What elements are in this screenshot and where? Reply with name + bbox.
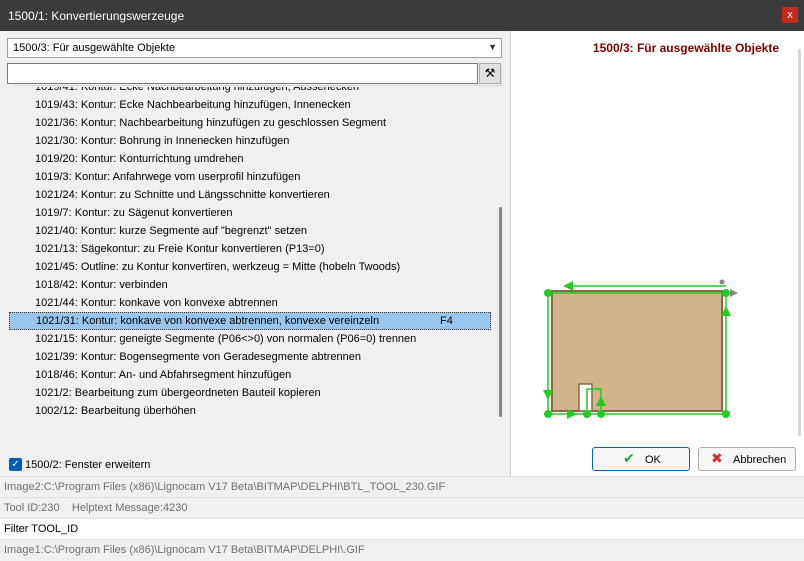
- list-item[interactable]: 1021/15: Kontur: geneigte Segmente (P06<…: [7, 330, 491, 348]
- object-scope-value: 1500/3: Für ausgewählte Objekte: [13, 42, 176, 54]
- list-item-shortcut: F4: [440, 315, 453, 327]
- direction-arrow: [563, 281, 573, 291]
- x-icon: ✖: [711, 450, 723, 466]
- ok-label: OK: [645, 454, 661, 466]
- list-item[interactable]: 1021/39: Kontur: Bogensegmente von Gerad…: [7, 348, 491, 366]
- list-item[interactable]: 1021/2: Bearbeitung zum übergeordneten B…: [7, 384, 491, 402]
- preview-title: 1500/3: Für ausgewählte Objekte: [592, 41, 779, 55]
- list-item-label: 1019/41: Kontur: Ecke Nachbearbeitung hi…: [35, 87, 360, 93]
- list-item[interactable]: 1018/42: Kontur: verbinden: [7, 276, 491, 294]
- chevron-down-icon: ▼: [488, 42, 497, 52]
- preview-panel: 1500/3: Für ausgewählte Objekte: [510, 31, 804, 476]
- list-item-label: 1019/7: Kontur: zu Sägenut konvertieren: [35, 207, 233, 219]
- list-item-label: 1021/13: Sägekontur: zu Freie Kontur kon…: [35, 243, 325, 255]
- list-item-label: 1021/31: Kontur: konkave von konvexe abt…: [36, 315, 380, 327]
- contour-point: [722, 289, 730, 297]
- list-item-label: 1018/42: Kontur: verbinden: [35, 279, 168, 291]
- list-item[interactable]: 1021/40: Kontur: kurze Segmente auf "beg…: [7, 222, 491, 240]
- hammer-wrench-icon: ⚒: [484, 66, 496, 80]
- list-item-label: 1021/39: Kontur: Bogensegmente von Gerad…: [35, 351, 361, 363]
- checkmark-icon: ✔: [623, 450, 635, 466]
- close-button[interactable]: x: [782, 7, 798, 23]
- title-bar: 1500/1: Konvertierungswerzeuge x: [0, 0, 804, 31]
- command-list[interactable]: 1019/41: Kontur: Ecke Nachbearbeitung hi…: [7, 87, 503, 420]
- list-item[interactable]: 1019/41: Kontur: Ecke Nachbearbeitung hi…: [7, 87, 491, 96]
- window-title: 1500/1: Konvertierungswerzeuge: [8, 9, 185, 23]
- list-item-label: 1021/45: Outline: zu Kontur konvertiren,…: [35, 261, 401, 273]
- list-item-label: 1019/20: Kontur: Konturrichtung umdrehen: [35, 153, 244, 165]
- tool-info-text: Tool ID:230 Helptext Message:4230: [4, 502, 188, 514]
- image1-path: Image1:C:\Program Files (x86)\Lignocam V…: [4, 544, 365, 556]
- status-filter: Filter TOOL_ID: [0, 518, 804, 539]
- list-item-label: 1021/15: Kontur: geneigte Segmente (P06<…: [35, 333, 417, 345]
- cancel-button[interactable]: ✖ Abbrechen: [698, 447, 796, 471]
- list-item[interactable]: 1019/7: Kontur: zu Sägenut konvertieren: [7, 204, 491, 222]
- list-item[interactable]: 1018/46: Kontur: An- und Abfahrsegment h…: [7, 366, 491, 384]
- contour-point: [544, 289, 552, 297]
- list-item[interactable]: 1021/44: Kontur: konkave von konvexe abt…: [7, 294, 491, 312]
- expand-window-checkbox[interactable]: ✓: [9, 458, 22, 471]
- ok-button[interactable]: ✔ OK: [592, 447, 690, 471]
- list-item[interactable]: 1019/20: Kontur: Konturrichtung umdrehen: [7, 150, 491, 168]
- status-image1: Image1:C:\Program Files (x86)\Lignocam V…: [0, 539, 804, 561]
- status-image2: Image2:C:\Program Files (x86)\Lignocam V…: [0, 476, 804, 497]
- list-item[interactable]: 1021/36: Kontur: Nachbearbeitung hinzufü…: [7, 114, 491, 132]
- list-item[interactable]: 1002/12: Bearbeitung überhöhen: [7, 402, 491, 420]
- panel-notch: [578, 383, 593, 412]
- contour-preview-image: [543, 279, 738, 419]
- filter-input[interactable]: [7, 63, 478, 84]
- list-item-label: 1021/40: Kontur: kurze Segmente auf "beg…: [35, 225, 307, 237]
- direction-arrow: [730, 289, 738, 297]
- list-item[interactable]: 1021/30: Kontur: Bohrung in Innenecken h…: [7, 132, 491, 150]
- preview-scrollbar[interactable]: [798, 49, 801, 436]
- list-item-label: 1021/24: Kontur: zu Schnitte und Längssc…: [35, 189, 330, 201]
- list-item-label: 1021/2: Bearbeitung zum übergeordneten B…: [35, 387, 321, 399]
- object-scope-dropdown[interactable]: 1500/3: Für ausgewählte Objekte ▼: [7, 38, 502, 58]
- list-item-label: 1019/43: Kontur: Ecke Nachbearbeitung hi…: [35, 99, 351, 111]
- list-item[interactable]: 1021/13: Sägekontur: zu Freie Kontur kon…: [7, 240, 491, 258]
- list-item-label: 1021/44: Kontur: konkave von konvexe abt…: [35, 297, 278, 309]
- start-marker: [719, 279, 725, 285]
- contour-point: [544, 410, 552, 418]
- contour-point: [722, 410, 730, 418]
- list-item[interactable]: 1019/3: Kontur: Anfahrwege vom userprofi…: [7, 168, 491, 186]
- filter-label: Filter TOOL_ID: [4, 523, 79, 535]
- list-item[interactable]: 1021/45: Outline: zu Kontur konvertiren,…: [7, 258, 491, 276]
- contour-point: [597, 410, 605, 418]
- status-tool-info: Tool ID:230 Helptext Message:4230: [0, 497, 804, 518]
- list-item-label: 1019/3: Kontur: Anfahrwege vom userprofi…: [35, 171, 301, 183]
- panel-shape: [551, 290, 723, 412]
- list-item[interactable]: 1021/24: Kontur: zu Schnitte und Längssc…: [7, 186, 491, 204]
- list-item-label: 1021/36: Kontur: Nachbearbeitung hinzufü…: [35, 117, 387, 129]
- list-item-label: 1021/30: Kontur: Bohrung in Innenecken h…: [35, 135, 290, 147]
- list-item-label: 1002/12: Bearbeitung überhöhen: [35, 405, 196, 417]
- image2-path: Image2:C:\Program Files (x86)\Lignocam V…: [4, 481, 446, 493]
- list-item-label: 1018/46: Kontur: An- und Abfahrsegment h…: [35, 369, 292, 381]
- expand-window-label: 1500/2: Fenster erweitern: [25, 459, 151, 471]
- list-item[interactable]: 1021/31: Kontur: konkave von konvexe abt…: [9, 312, 491, 330]
- filter-tool-button[interactable]: ⚒: [479, 63, 501, 84]
- list-scrollbar[interactable]: [499, 207, 502, 417]
- cancel-label: Abbrechen: [733, 454, 787, 466]
- list-item[interactable]: 1019/43: Kontur: Ecke Nachbearbeitung hi…: [7, 96, 491, 114]
- contour-point: [583, 410, 591, 418]
